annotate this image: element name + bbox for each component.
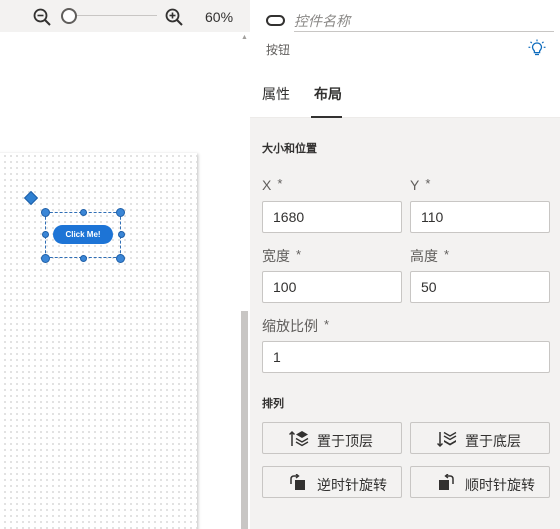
- zoom-slider-thumb[interactable]: [61, 8, 77, 24]
- zoom-slider-track: [69, 15, 157, 16]
- rotate-clockwise-label: 顺时针旋转: [465, 477, 535, 493]
- scale-input[interactable]: [262, 341, 550, 373]
- canvas-button-control[interactable]: Click Me!: [53, 225, 113, 244]
- resize-handle-left[interactable]: [42, 231, 49, 238]
- tab-properties[interactable]: 属性: [262, 84, 290, 104]
- panel-tabs: 属性 布局: [250, 70, 560, 118]
- arrange-section-title: 排列: [262, 398, 284, 410]
- resize-handle-top[interactable]: [80, 209, 87, 216]
- zoom-bar: 60%: [0, 0, 250, 32]
- height-input[interactable]: [410, 271, 550, 303]
- tab-layout[interactable]: 布局: [314, 84, 342, 104]
- zoom-value: 60%: [205, 9, 234, 25]
- bring-to-front-button[interactable]: 置于顶层: [262, 422, 402, 454]
- resize-handle-top-right[interactable]: [116, 208, 125, 217]
- button-control-icon: [266, 15, 285, 26]
- zoom-in-icon[interactable]: [164, 7, 184, 27]
- properties-panel: 按钮 属性 布局 大小和位置 X* Y* 宽度* 高度* 缩放比例* 排列: [250, 0, 560, 529]
- app-screen[interactable]: [0, 153, 197, 529]
- bring-to-front-icon: [289, 430, 309, 447]
- resize-handle-bottom-left[interactable]: [41, 254, 50, 263]
- scale-label: 缩放比例 *: [262, 317, 330, 334]
- send-to-back-icon: [437, 431, 457, 448]
- bring-to-front-label: 置于顶层: [317, 433, 373, 449]
- y-label: Y *: [410, 176, 431, 193]
- lightbulb-icon[interactable]: [528, 39, 546, 57]
- width-input[interactable]: [262, 271, 402, 303]
- width-label: 宽度 *: [262, 247, 302, 264]
- canvas-scrollbar-thumb[interactable]: [241, 311, 248, 529]
- rotate-counterclockwise-button[interactable]: 逆时针旋转: [262, 466, 402, 498]
- rotate-clockwise-icon: [439, 474, 454, 490]
- control-name-input[interactable]: [294, 10, 554, 32]
- resize-handle-bottom[interactable]: [80, 255, 87, 262]
- control-type-label: 按钮: [266, 43, 291, 57]
- x-label: X *: [262, 176, 283, 193]
- resize-handle-bottom-right[interactable]: [116, 254, 125, 263]
- rotate-counterclockwise-icon: [290, 474, 305, 490]
- panel-header: 按钮: [250, 0, 560, 70]
- scroll-up-arrow-icon[interactable]: ▲: [241, 34, 248, 42]
- x-input[interactable]: [262, 201, 402, 233]
- rotate-clockwise-button[interactable]: 顺时针旋转: [410, 466, 550, 498]
- active-tab-indicator: [311, 116, 342, 118]
- zoom-out-icon[interactable]: [32, 7, 52, 27]
- send-to-back-label: 置于底层: [465, 433, 521, 449]
- send-to-back-button[interactable]: 置于底层: [410, 422, 550, 454]
- height-label: 高度 *: [410, 247, 450, 264]
- rotate-counterclockwise-label: 逆时针旋转: [317, 477, 387, 493]
- zoom-slider[interactable]: [61, 8, 159, 24]
- y-input[interactable]: [410, 201, 550, 233]
- size-position-section-title: 大小和位置: [262, 143, 317, 155]
- resize-handle-right[interactable]: [118, 231, 125, 238]
- resize-handle-top-left[interactable]: [41, 208, 50, 217]
- canvas-area[interactable]: 60% Click Me! ▲: [0, 0, 250, 529]
